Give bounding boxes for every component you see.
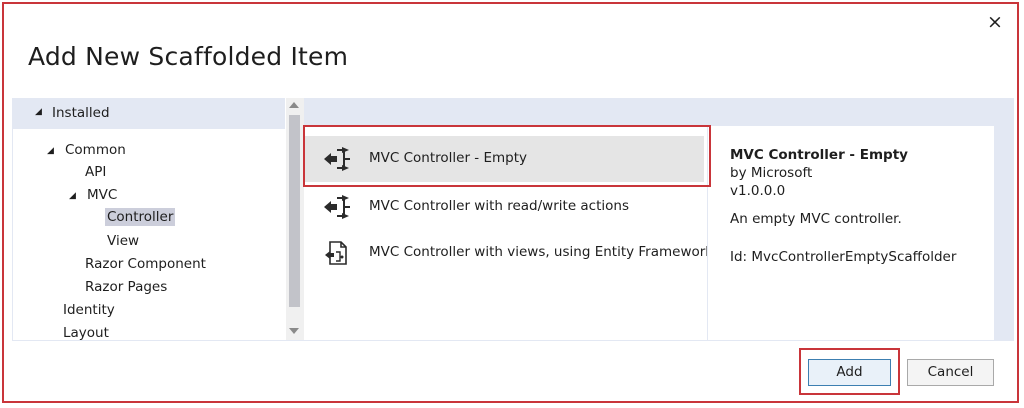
category-tree: ◢ Common API ◢ MVC Controller View Razor C… [12, 129, 285, 340]
tree-header-installed[interactable]: ◢ Installed [12, 98, 285, 129]
dialog-title: Add New Scaffolded Item [28, 42, 349, 71]
controller-views-icon [325, 241, 347, 265]
scroll-down-arrow-icon[interactable] [289, 328, 299, 334]
tree-header-label: Installed [52, 105, 110, 121]
controller-icon [324, 195, 350, 219]
tree-item-label: Razor Pages [85, 279, 168, 295]
details-id: Id: MvcControllerEmptyScaffolder [730, 249, 957, 265]
template-list: MVC Controller - Empty MVC Controller wi… [304, 126, 713, 340]
footer-divider [12, 340, 1014, 341]
tree-item-label: MVC [87, 187, 118, 203]
template-label: MVC Controller with read/write actions [369, 198, 630, 214]
template-list-header [304, 98, 1014, 126]
tree-item-label: Layout [63, 325, 109, 340]
controller-icon [324, 147, 350, 171]
tree-item-layout[interactable]: Layout [63, 325, 109, 340]
template-details: MVC Controller - Empty by Microsoft v1.0… [707, 126, 995, 340]
details-version: v1.0.0.0 [730, 183, 786, 199]
main-area: ◢ Installed ◢ Common API ◢ MVC Controller … [12, 98, 1014, 340]
scroll-up-arrow-icon[interactable] [289, 102, 299, 108]
template-item-mvc-controller-empty[interactable]: MVC Controller - Empty [304, 136, 704, 182]
tree-item-common[interactable]: ◢ Common [47, 142, 126, 158]
scroll-thumb[interactable] [289, 115, 300, 307]
caret-down-icon[interactable]: ◢ [69, 191, 87, 201]
details-author: by Microsoft [730, 165, 813, 181]
tree-item-controller[interactable]: Controller [105, 208, 176, 226]
tree-item-label: Controller [105, 208, 176, 226]
template-item-mvc-controller-views-ef[interactable]: MVC Controller with views, using Entity … [304, 230, 713, 276]
cancel-button[interactable]: Cancel [907, 359, 994, 386]
tree-item-label: API [85, 164, 107, 180]
tree-item-label: Common [65, 142, 126, 158]
tree-item-razor-component[interactable]: Razor Component [85, 256, 206, 272]
details-title: MVC Controller - Empty [730, 147, 908, 163]
template-item-mvc-controller-read-write[interactable]: MVC Controller with read/write actions [304, 184, 704, 230]
caret-down-icon[interactable]: ◢ [47, 146, 65, 156]
tree-item-label: View [107, 233, 140, 249]
details-description: An empty MVC controller. [730, 211, 902, 227]
tree-item-identity[interactable]: Identity [63, 302, 115, 318]
close-icon[interactable]: × [985, 12, 1005, 32]
tree-item-razor-pages[interactable]: Razor Pages [85, 279, 167, 295]
tree-item-view[interactable]: View [107, 233, 139, 249]
tree-item-label: Identity [63, 302, 115, 318]
details-gutter [994, 126, 1014, 340]
tree-scrollbar[interactable] [286, 98, 304, 340]
template-label: MVC Controller with views, using Entity … [369, 244, 714, 260]
caret-down-icon[interactable]: ◢ [35, 107, 42, 117]
tree-item-api[interactable]: API [85, 164, 106, 180]
tree-item-mvc[interactable]: ◢ MVC [69, 187, 117, 203]
add-button[interactable]: Add [808, 359, 891, 386]
tree-item-label: Razor Component [85, 256, 206, 272]
template-label: MVC Controller - Empty [369, 150, 527, 166]
